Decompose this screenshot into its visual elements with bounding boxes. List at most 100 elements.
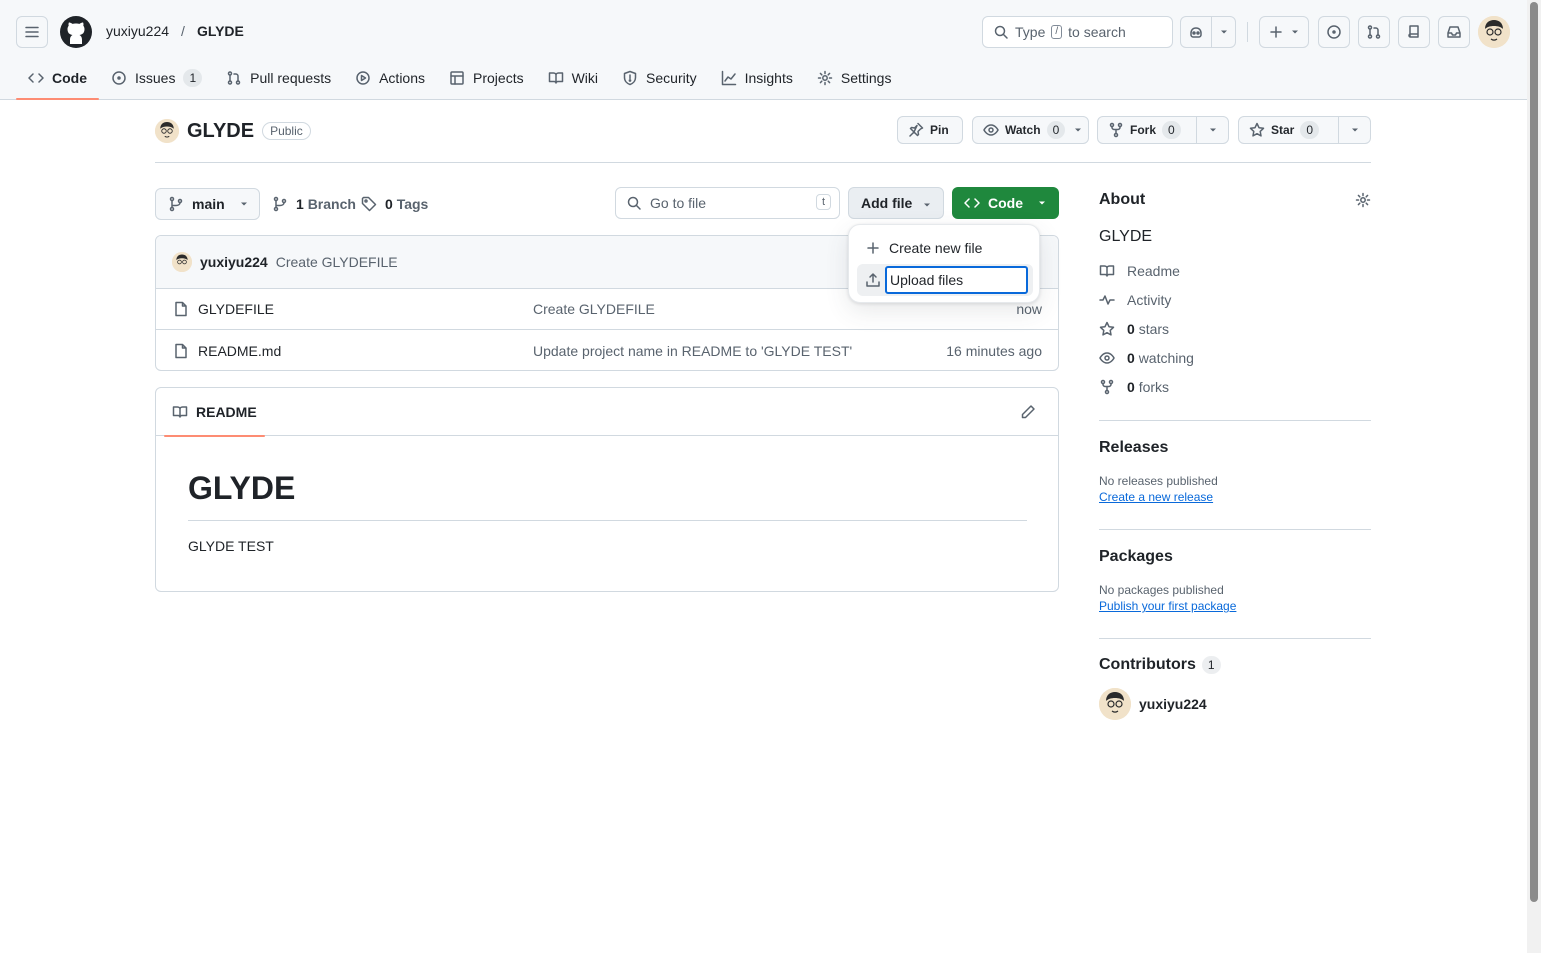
tags-link[interactable]: 0 Tags xyxy=(361,188,428,220)
chevron-down-icon xyxy=(240,202,247,206)
tab-pull-requests[interactable]: Pull requests xyxy=(214,58,343,98)
contributors-title[interactable]: Contributors xyxy=(1099,656,1196,674)
contributor-name[interactable]: yuxiyu224 xyxy=(1139,696,1207,712)
create-release-link[interactable]: Create a new release xyxy=(1099,490,1371,504)
issues-button[interactable] xyxy=(1318,16,1350,48)
pencil-icon[interactable] xyxy=(1020,404,1036,420)
about-forks-link[interactable]: 0 forks xyxy=(1099,372,1371,401)
copilot-button[interactable] xyxy=(1180,16,1236,48)
packages-section: Packages No packages published Publish y… xyxy=(1099,548,1371,613)
page-scrollbar[interactable] xyxy=(1527,0,1541,953)
repo-icon xyxy=(1408,25,1419,38)
repo-nav-tabs: Code Issues 1 Pull requests Actions Proj… xyxy=(16,58,903,100)
search-icon xyxy=(627,196,641,210)
tab-actions[interactable]: Actions xyxy=(343,58,437,98)
about-readme-link[interactable]: Readme xyxy=(1099,256,1371,285)
pull-requests-button[interactable] xyxy=(1358,16,1390,48)
tab-wiki-label: Wiki xyxy=(571,70,599,86)
repo-name[interactable]: GLYDE xyxy=(187,120,254,143)
go-to-file-placeholder: Go to file xyxy=(650,195,707,211)
pin-button[interactable]: Pin xyxy=(897,116,963,144)
menu-item-create-new-file[interactable]: Create new file xyxy=(857,232,1033,264)
repositories-button[interactable] xyxy=(1398,16,1430,48)
file-commit-date: now xyxy=(1016,301,1042,317)
about-title: About xyxy=(1099,191,1146,208)
book-icon xyxy=(1099,264,1115,277)
about-watching-link[interactable]: 0 watching xyxy=(1099,343,1371,372)
about-stars-link[interactable]: 0 stars xyxy=(1099,314,1371,343)
search-shortcut-key: / xyxy=(1051,25,1063,39)
tab-insights[interactable]: Insights xyxy=(709,58,805,98)
activity-link-label: Activity xyxy=(1127,291,1172,308)
file-commit-message[interactable]: Create GLYDEFILE xyxy=(533,301,655,317)
readme-body: GLYDE TEST xyxy=(188,538,274,554)
sidebar-divider xyxy=(1099,420,1371,421)
file-icon xyxy=(175,343,187,358)
menu-item-upload-files[interactable]: Upload files xyxy=(857,264,1033,296)
tab-insights-label: Insights xyxy=(744,70,793,86)
tab-issues[interactable]: Issues 1 xyxy=(99,58,214,98)
search-icon xyxy=(994,25,1008,39)
star-button[interactable]: Star 0 xyxy=(1238,116,1371,144)
go-to-file-shortcut: t xyxy=(815,194,831,210)
fork-button[interactable]: Fork 0 xyxy=(1097,116,1229,144)
contributor-item[interactable]: yuxiyu224 xyxy=(1099,688,1371,720)
code-button-label: Code xyxy=(988,195,1023,211)
contributor-avatar[interactable] xyxy=(1099,688,1131,720)
tab-security-label: Security xyxy=(646,70,697,86)
search-input[interactable]: Type / to search xyxy=(982,16,1173,48)
tab-code[interactable]: Code xyxy=(16,58,99,100)
repo-owner-avatar[interactable] xyxy=(155,119,179,143)
file-commit-message[interactable]: Update project name in README to 'GLYDE … xyxy=(533,343,852,359)
tab-projects[interactable]: Projects xyxy=(437,58,536,98)
repo-forked-icon xyxy=(1100,379,1114,394)
create-new-button[interactable] xyxy=(1259,16,1309,48)
branch-name: main xyxy=(192,196,225,212)
about-activity-link[interactable]: Activity xyxy=(1099,285,1371,314)
search-prefix: Type xyxy=(1015,24,1046,40)
stars-count: 0 xyxy=(1127,320,1135,337)
file-row[interactable]: README.md Update project name in README … xyxy=(156,330,1058,370)
commit-author-avatar[interactable] xyxy=(172,252,192,272)
user-avatar[interactable] xyxy=(1478,16,1510,48)
tab-settings-label: Settings xyxy=(840,70,892,86)
readme-tab[interactable]: README xyxy=(164,388,265,437)
scrollbar-thumb[interactable] xyxy=(1530,2,1538,902)
menu-item-label: Create new file xyxy=(889,240,983,256)
breadcrumb-owner[interactable]: yuxiyu224 xyxy=(106,23,169,39)
file-name[interactable]: README.md xyxy=(198,343,281,359)
triangle-down-icon xyxy=(1039,201,1045,205)
branches-link[interactable]: 1 Branch xyxy=(272,188,356,220)
github-logo-icon[interactable] xyxy=(60,16,92,48)
branches-count: 1 xyxy=(296,196,304,212)
menu-button[interactable] xyxy=(16,16,48,48)
fork-dropdown[interactable] xyxy=(1196,117,1228,143)
gear-icon[interactable] xyxy=(1355,192,1371,208)
tab-settings[interactable]: Settings xyxy=(805,58,904,98)
shield-icon xyxy=(623,70,637,86)
file-icon xyxy=(175,301,187,317)
go-to-file-input[interactable]: Go to file t xyxy=(615,187,840,219)
star-dropdown[interactable] xyxy=(1338,117,1370,143)
code-button[interactable]: Code xyxy=(952,187,1059,219)
packages-title[interactable]: Packages xyxy=(1099,548,1371,566)
packages-empty-text: No packages published xyxy=(1099,583,1224,597)
add-file-button[interactable]: Add file xyxy=(848,187,944,219)
branch-select-button[interactable]: main xyxy=(155,188,260,220)
commit-author[interactable]: yuxiyu224 xyxy=(200,254,268,270)
publish-package-link[interactable]: Publish your first package xyxy=(1099,599,1371,613)
tab-security[interactable]: Security xyxy=(610,58,709,98)
breadcrumb-repo[interactable]: GLYDE xyxy=(197,23,244,39)
file-name[interactable]: GLYDEFILE xyxy=(198,301,274,317)
tags-label: Tags xyxy=(396,196,429,212)
commit-message[interactable]: Create GLYDEFILE xyxy=(276,254,398,270)
tab-wiki[interactable]: Wiki xyxy=(536,58,610,98)
code-icon xyxy=(28,73,44,83)
releases-title[interactable]: Releases xyxy=(1099,439,1371,457)
watch-button[interactable]: Watch 0 xyxy=(972,116,1089,144)
inbox-button[interactable] xyxy=(1438,16,1470,48)
sidebar-divider xyxy=(1099,638,1371,639)
issues-counter: 1 xyxy=(183,69,203,87)
watching-label: watching xyxy=(1138,349,1194,366)
table-icon xyxy=(450,71,464,85)
